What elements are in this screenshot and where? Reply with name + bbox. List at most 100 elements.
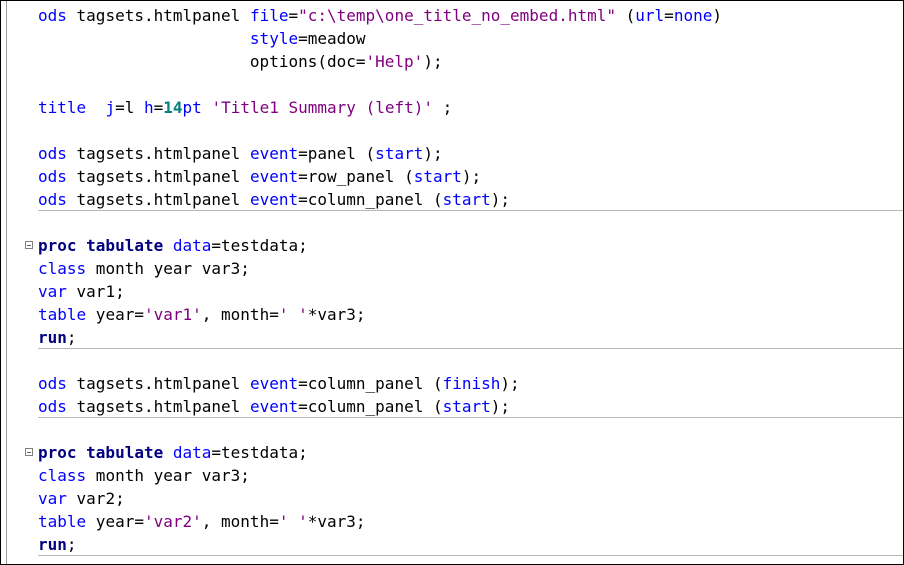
code-token: none [673, 6, 713, 25]
code-line[interactable]: options(doc='Help'); [1, 50, 903, 73]
code-line[interactable]: run; [1, 533, 903, 556]
code-token: ods [38, 397, 67, 416]
code-token: data [172, 443, 212, 462]
code-token: h [143, 98, 154, 117]
code-token: , month= [201, 512, 279, 531]
code-token: start [442, 397, 491, 416]
code-token: proc tabulate [38, 443, 164, 462]
code-token: url [635, 6, 665, 25]
code-token: options(doc= [38, 52, 366, 71]
code-token: ); [500, 374, 520, 393]
code-token: start [442, 190, 491, 209]
code-line[interactable]: title j=l h=14pt 'Title1 Summary (left)'… [1, 96, 903, 119]
code-line[interactable]: style=meadow [1, 27, 903, 50]
code-token: ) [712, 6, 722, 25]
code-token: =panel ( [298, 144, 376, 163]
code-editor[interactable]: ods tagsets.htmlpanel file="c:\temp\one_… [0, 0, 904, 565]
code-line[interactable]: run; [1, 326, 903, 349]
code-token: month year var3; [86, 466, 250, 485]
code-token: =testdata; [211, 443, 308, 462]
code-line[interactable]: class month year var3; [1, 464, 903, 487]
code-line[interactable]: ods tagsets.htmlpanel event=row_panel (s… [1, 165, 903, 188]
code-token: , month= [201, 305, 279, 324]
code-area[interactable]: ods tagsets.htmlpanel file="c:\temp\one_… [1, 4, 903, 556]
code-token: =l [115, 98, 144, 117]
code-token: var1; [66, 282, 125, 301]
code-token: ods [38, 144, 67, 163]
code-line[interactable]: class month year var3; [1, 257, 903, 280]
code-token: ' ' [278, 512, 308, 531]
code-token: =column_panel ( [298, 374, 443, 393]
code-line[interactable]: ods tagsets.htmlpanel event=column_panel… [1, 188, 903, 211]
code-token: event [249, 397, 299, 416]
code-token: style [249, 29, 299, 48]
code-token: "c:\temp\one_title_no_embed.html" [298, 6, 616, 25]
code-token: ' ' [278, 305, 308, 324]
code-token: class [38, 466, 87, 485]
code-token: ); [490, 190, 511, 209]
code-token: tagsets.htmlpanel [66, 190, 250, 209]
code-token: data [172, 236, 212, 255]
code-token: event [249, 374, 299, 393]
code-token: var [38, 282, 67, 301]
code-token: event [249, 144, 299, 163]
code-token: event [249, 190, 299, 209]
code-token: ods [38, 190, 67, 209]
code-token: ( [616, 6, 636, 25]
code-line[interactable]: var var2; [1, 487, 903, 510]
code-line[interactable]: ods tagsets.htmlpanel event=panel (start… [1, 142, 903, 165]
code-token: ); [423, 144, 443, 163]
code-token: month year var3; [86, 259, 250, 278]
code-line[interactable] [1, 418, 903, 441]
code-line[interactable]: ods tagsets.htmlpanel file="c:\temp\one_… [1, 4, 903, 27]
code-token: run [38, 535, 67, 554]
code-token: ods [38, 6, 67, 25]
code-token: event [249, 167, 299, 186]
code-token: tagsets.htmlpanel [66, 144, 250, 163]
code-token: start [375, 144, 424, 163]
code-token: year= [86, 512, 144, 531]
code-token: =testdata; [211, 236, 308, 255]
code-token: = [153, 98, 164, 117]
code-token: table [38, 305, 87, 324]
code-token: ; [66, 535, 77, 554]
code-line[interactable] [1, 119, 903, 142]
code-token: tagsets.htmlpanel [66, 167, 250, 186]
collapse-block-icon[interactable] [25, 241, 33, 249]
code-token: *var3; [307, 305, 366, 324]
code-token: = [664, 6, 674, 25]
code-token: file [249, 6, 289, 25]
code-line[interactable]: table year='var1', month=' '*var3; [1, 303, 903, 326]
code-line[interactable] [1, 73, 903, 96]
code-token: tagsets.htmlpanel [66, 6, 250, 25]
code-token: 'Title1 Summary (left)' [211, 98, 433, 117]
code-line[interactable]: ods tagsets.htmlpanel event=column_panel… [1, 372, 903, 395]
code-token: ); [423, 52, 443, 71]
code-token: ods [38, 167, 67, 186]
code-token: =meadow [298, 29, 366, 48]
code-token: = [288, 6, 299, 25]
code-token: run [38, 328, 67, 347]
code-line[interactable] [1, 211, 903, 234]
code-token: start [413, 167, 462, 186]
code-token: year= [86, 305, 144, 324]
code-token: var2; [66, 489, 125, 508]
code-token: finish [442, 374, 501, 393]
code-token: =row_panel ( [298, 167, 414, 186]
code-token: =column_panel ( [298, 397, 443, 416]
code-line[interactable]: table year='var2', month=' '*var3; [1, 510, 903, 533]
code-token: tagsets.htmlpanel [66, 397, 250, 416]
code-line[interactable] [1, 349, 903, 372]
collapse-block-icon[interactable] [25, 448, 33, 456]
code-line[interactable]: ods tagsets.htmlpanel event=column_panel… [1, 395, 903, 418]
code-token: *var3; [307, 512, 366, 531]
code-line[interactable]: proc tabulate data=testdata; [1, 234, 903, 257]
code-token: tagsets.htmlpanel [66, 374, 250, 393]
code-token: pt [182, 98, 202, 117]
code-line[interactable]: proc tabulate data=testdata; [1, 441, 903, 464]
code-line[interactable]: var var1; [1, 280, 903, 303]
code-token: class [38, 259, 87, 278]
